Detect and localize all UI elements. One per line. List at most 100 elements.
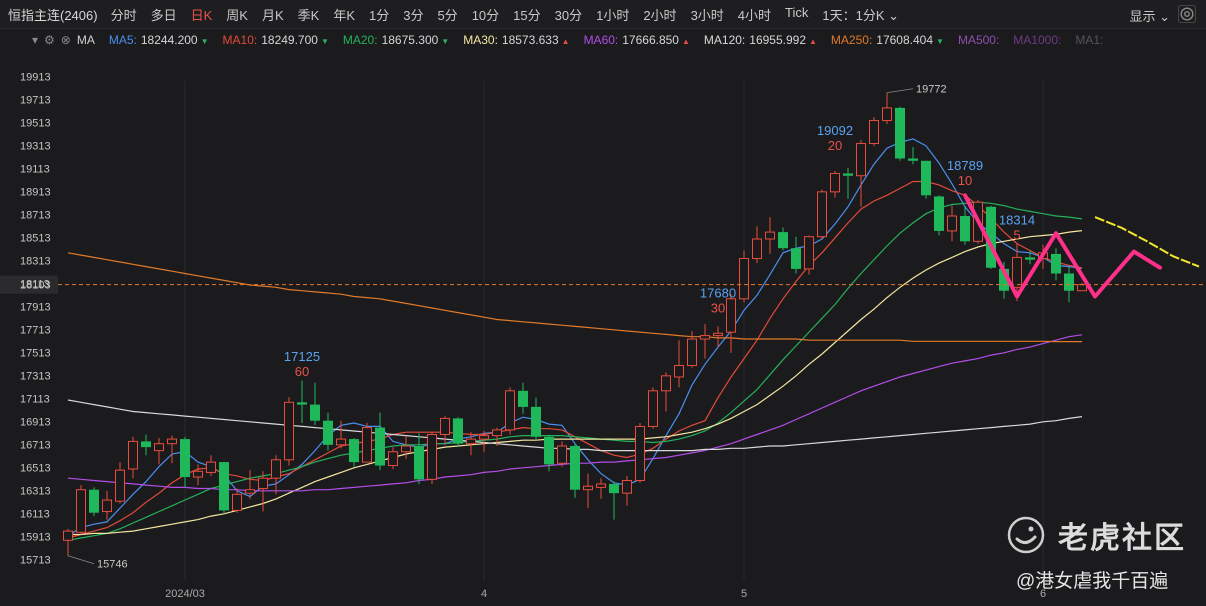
ma-item[interactable]: MA5: 18244.200 ▼	[109, 33, 209, 47]
candle-body-down	[570, 445, 580, 490]
annotation-price: 17680	[700, 285, 736, 300]
y-tick-label: 17713	[20, 325, 51, 337]
chevron-down-icon: ⌄	[1159, 9, 1170, 24]
period-tab[interactable]: 多日	[144, 5, 184, 24]
y-tick-label: 16913	[20, 417, 51, 429]
candle-body-up	[804, 236, 814, 270]
candle-body-up	[284, 401, 294, 461]
candle-body-up	[622, 479, 632, 494]
period-tab[interactable]: 4小时	[731, 5, 778, 24]
ma-item[interactable]: MA1:	[1075, 33, 1103, 47]
candle-body-up	[193, 470, 203, 478]
candle-body-down	[609, 483, 619, 494]
period-tab[interactable]: Tick	[778, 5, 815, 24]
candle-body-up	[362, 427, 372, 463]
period-tab[interactable]: 10分	[465, 5, 506, 24]
ma-label: MA500:	[957, 33, 1000, 47]
candle-body-up	[661, 375, 671, 392]
candle-body-up	[505, 390, 515, 431]
candle-body-up	[440, 417, 450, 435]
annotation-price: 18789	[947, 158, 983, 173]
annotation-price: 19092	[817, 123, 853, 138]
candle-body-up	[557, 445, 567, 464]
candle-body-down	[908, 158, 918, 161]
ma-item[interactable]: MA30: 18573.633 ▲	[463, 33, 569, 47]
ma-item[interactable]: MA1000:	[1013, 33, 1061, 47]
ma-item[interactable]: MA20: 18675.300 ▼	[343, 33, 449, 47]
period-tab[interactable]: 分时	[104, 5, 144, 24]
ma-item[interactable]: MA120: 16955.992 ▲	[704, 33, 817, 47]
instrument-title[interactable]: 恒指主连(2406)	[0, 5, 104, 24]
low-mark: 15746	[97, 559, 128, 571]
y-tick-label: 17913	[20, 302, 51, 314]
ma-item[interactable]: MA10: 18249.700 ▼	[223, 33, 329, 47]
display-menu[interactable]: 显示 ⌄	[1129, 6, 1170, 25]
period-tab[interactable]: 5分	[430, 5, 464, 24]
ma-items: MA5: 18244.200 ▼ MA10: 18249.700 ▼ MA20: 18675.…	[109, 33, 1117, 47]
candle-body-down	[778, 232, 788, 249]
y-tick-label: 15713	[20, 555, 51, 567]
candle-body-up	[401, 445, 411, 453]
ma-value: 18244.200	[140, 33, 198, 47]
y-tick-label: 17113	[20, 394, 50, 406]
period-tab[interactable]: 3分	[396, 5, 430, 24]
candle-body-up	[635, 425, 645, 481]
candle-body-up	[102, 499, 112, 513]
x-tick-label: 5	[741, 588, 747, 600]
ma-value: 18675.300	[381, 33, 439, 47]
y-tick-label: 17513	[20, 348, 51, 360]
collapse-icon[interactable]: ▾	[32, 33, 38, 47]
candle-body-up	[466, 438, 476, 445]
candle-body-up	[427, 433, 437, 480]
period-tab[interactable]: 年K	[326, 5, 362, 24]
gear-icon[interactable]	[1178, 5, 1196, 23]
candle-body-down	[895, 107, 905, 159]
ma-item[interactable]: MA500:	[958, 33, 999, 47]
x-tick-label: 2024/03	[165, 588, 205, 600]
settings-icon[interactable]: ⚙	[44, 33, 55, 47]
candle-body-down	[960, 215, 970, 242]
candle-body-up	[739, 258, 749, 300]
ma-value: 17666.850	[622, 33, 679, 47]
candle-body-up	[882, 107, 892, 122]
candle-body-up	[1077, 284, 1087, 292]
ma-label: MA1000:	[1013, 33, 1062, 47]
tiger-logo-icon	[1007, 516, 1045, 554]
period-tab[interactable]: 30分	[548, 5, 589, 24]
period-tab[interactable]: 15分	[506, 5, 547, 24]
candle-body-down	[89, 489, 99, 513]
candle-body-down	[349, 439, 359, 463]
ma-label: MA1:	[1075, 33, 1104, 47]
candle-body-up	[687, 338, 697, 366]
ma-legend-bar: ▾ ⚙ ⊗ MA MA5: 18244.200 ▼ MA10: 18249.700 ▼ MA…	[0, 29, 1206, 51]
arrow-up-icon: ▲	[809, 37, 817, 46]
period-tab[interactable]: 3小时	[684, 5, 731, 24]
high-mark: 19772	[916, 84, 947, 96]
ma-item[interactable]: MA250: 17608.404 ▼	[831, 33, 944, 47]
y-tick-label: 16313	[20, 486, 51, 498]
multi-period-select[interactable]: 1天：1分K ⌄	[815, 5, 906, 24]
candle-body-up	[700, 335, 710, 340]
candle-body-up	[167, 438, 177, 445]
arrow-up-icon: ▲	[681, 37, 690, 46]
candle-body-down	[297, 402, 307, 405]
candle-body-down	[791, 248, 801, 269]
period-tab[interactable]: 1分	[362, 5, 396, 24]
ma-value: 18573.633	[501, 33, 559, 47]
chevron-down-icon: ⌄	[888, 7, 900, 23]
indicator-name[interactable]: MA	[77, 33, 95, 47]
ma-item[interactable]: MA60: 17666.850 ▲	[584, 33, 690, 47]
candle-body-down	[180, 439, 190, 478]
period-tab[interactable]: 周K	[219, 5, 255, 24]
candle-body-up	[388, 451, 398, 467]
ma-label: MA20:	[342, 33, 378, 47]
period-tab[interactable]: 季K	[291, 5, 327, 24]
y-tick-label: 15913	[20, 532, 51, 544]
candle-body-up	[947, 215, 957, 232]
period-tab[interactable]: 月K	[255, 5, 291, 24]
period-tab[interactable]: 日K	[184, 5, 220, 24]
period-tab[interactable]: 2小时	[636, 5, 683, 24]
ma-label: MA10:	[222, 33, 258, 47]
close-icon[interactable]: ⊗	[61, 33, 71, 47]
period-tab[interactable]: 1小时	[589, 5, 636, 24]
